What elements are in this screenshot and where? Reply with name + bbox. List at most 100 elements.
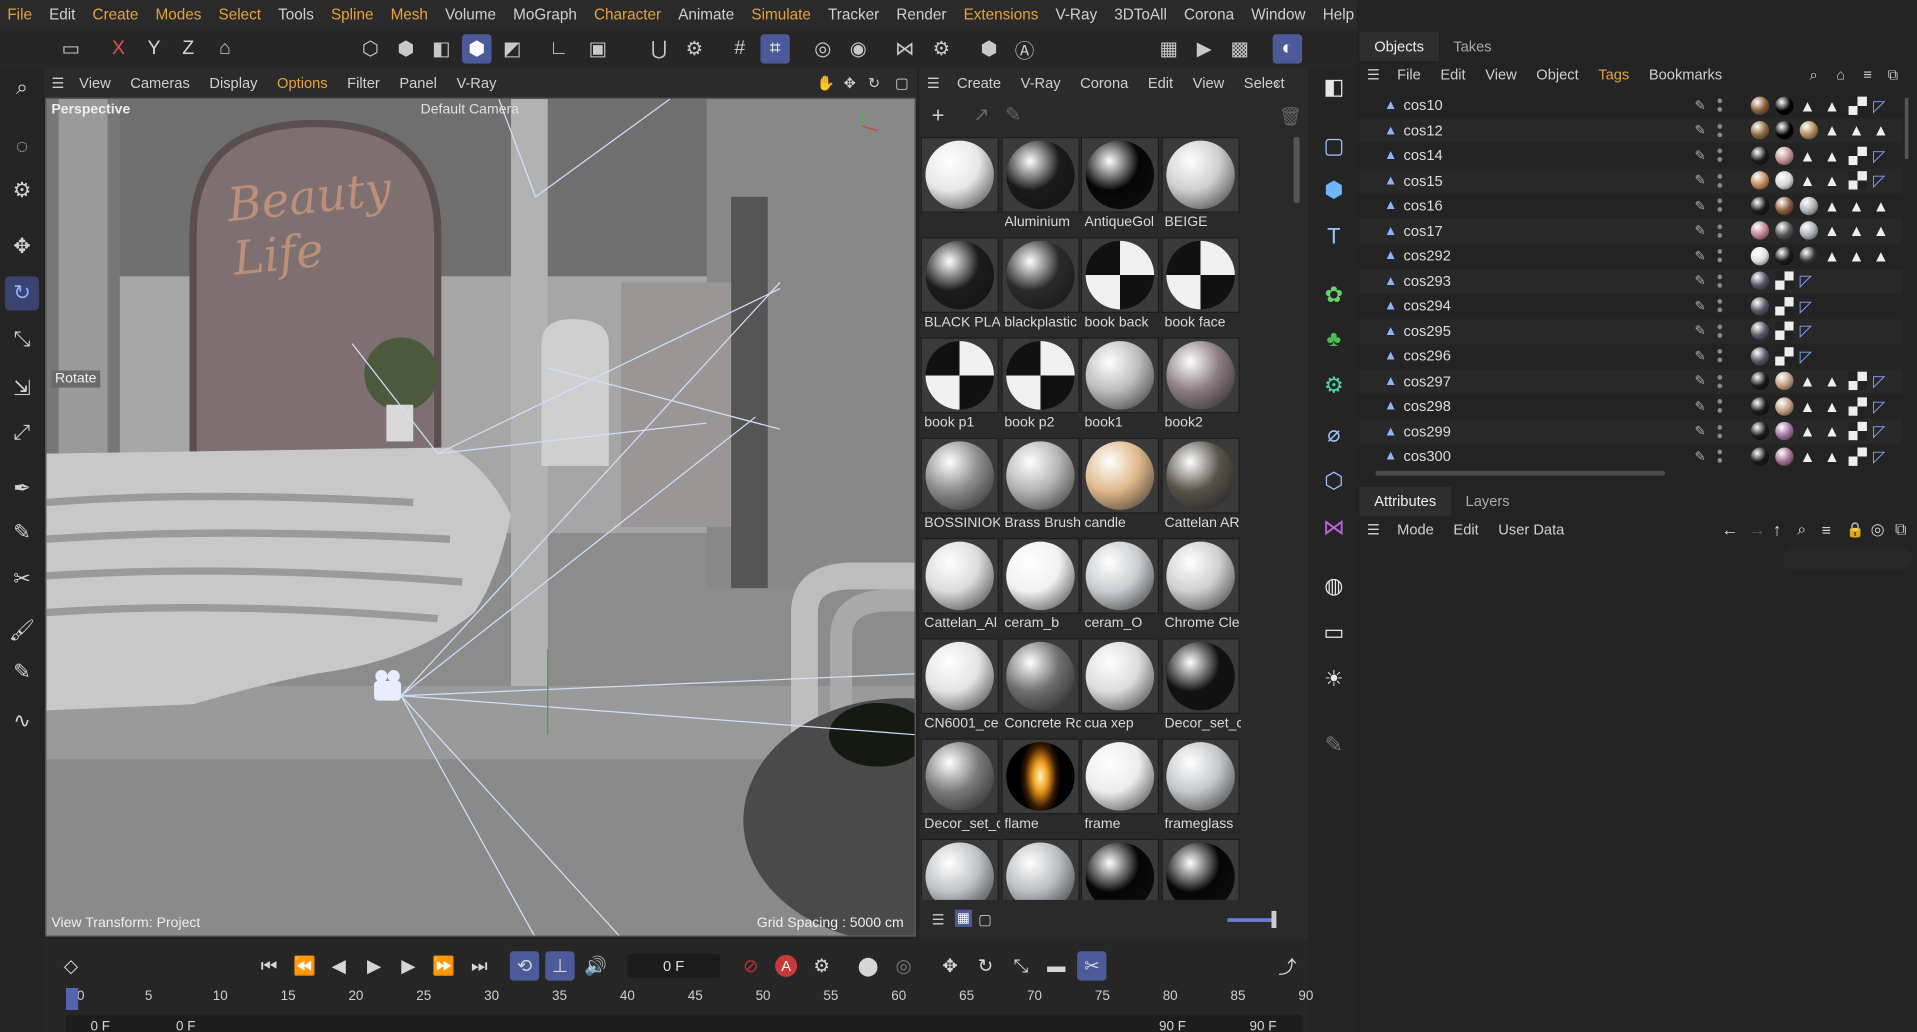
material-swatch[interactable]: [1160, 437, 1240, 514]
material-item[interactable]: Brass Brush: [1000, 437, 1080, 536]
edit-visibility-icon[interactable]: ✎: [1695, 273, 1706, 289]
hamburger-icon[interactable]: ☰: [1367, 66, 1380, 83]
axis-x-toggle[interactable]: X: [104, 34, 133, 63]
material-tag-icon[interactable]: [1775, 96, 1794, 115]
tab-attributes[interactable]: Attributes: [1359, 486, 1451, 516]
next-frame-icon[interactable]: ▶: [394, 951, 423, 980]
edit-visibility-icon[interactable]: ✎: [1695, 98, 1706, 114]
visibility-dots-icon[interactable]: ● ●: [1717, 271, 1724, 291]
material-swatch[interactable]: [1000, 136, 1079, 213]
visibility-dots-icon[interactable]: ● ●: [1717, 396, 1724, 416]
visibility-dots-icon[interactable]: ● ●: [1717, 245, 1724, 265]
eyedropper-icon[interactable]: ✎: [1005, 103, 1021, 127]
cube-icon[interactable]: ⬢: [1316, 171, 1353, 208]
objects-menu-bookmarks[interactable]: Bookmarks: [1649, 66, 1722, 83]
material-swatch[interactable]: [1080, 738, 1160, 815]
material-tag-icon[interactable]: [1799, 121, 1819, 140]
visibility-dots-icon[interactable]: ● ●: [1717, 95, 1724, 115]
go-to-end-icon[interactable]: ⏭: [465, 951, 494, 980]
material-swatch[interactable]: [1080, 437, 1160, 514]
material-swatch[interactable]: [1160, 638, 1240, 715]
object-name[interactable]: cos10: [1404, 97, 1443, 114]
thumbnail-size-handle[interactable]: [1271, 910, 1277, 929]
phong-tag-icon[interactable]: ▲: [1824, 372, 1842, 390]
viewport-camera[interactable]: Default Camera: [421, 103, 519, 118]
previous-key-icon[interactable]: ⏪: [290, 951, 319, 980]
selection-tag-icon[interactable]: ◸: [1873, 146, 1891, 164]
material-swatch[interactable]: [1080, 537, 1160, 614]
transfer-tool-icon[interactable]: ⇲: [5, 372, 39, 406]
attributes-menu-mode[interactable]: Mode: [1397, 521, 1434, 538]
selection-tag-icon[interactable]: ◸: [1873, 171, 1891, 189]
visibility-dots-icon[interactable]: ● ●: [1717, 220, 1724, 240]
object-row[interactable]: ▲ cos10 ✎ ● ● ▲ ▲ ◸: [1360, 93, 1903, 118]
material-item[interactable]: Aluminium: [1000, 136, 1079, 235]
field-icon[interactable]: ⌀: [1316, 416, 1353, 453]
autokey-icon[interactable]: Ⓐ: [1010, 34, 1039, 63]
selection-tag-icon[interactable]: ◸: [1800, 322, 1818, 340]
scene-icon[interactable]: ⬡: [1316, 462, 1353, 499]
object-name[interactable]: cos296: [1404, 348, 1451, 365]
coordinate-system-icon[interactable]: ⌂: [210, 34, 239, 63]
material-item[interactable]: ceram_b: [1000, 537, 1079, 636]
menu-extensions[interactable]: Extensions: [964, 6, 1039, 23]
axis-mode-icon[interactable]: ∟: [544, 34, 573, 63]
object-name[interactable]: cos294: [1404, 297, 1451, 314]
range-preview-start[interactable]: 0 F: [176, 1020, 195, 1032]
filter-icon[interactable]: ≡: [1822, 520, 1831, 538]
material-item[interactable]: [920, 136, 999, 235]
generator-icon[interactable]: ✿: [1316, 276, 1353, 313]
edit-visibility-icon[interactable]: ✎: [1695, 123, 1706, 139]
material-menu-edit[interactable]: Edit: [1148, 75, 1173, 92]
uvw-tag-icon[interactable]: [1848, 447, 1867, 466]
object-row[interactable]: ▲ cos297 ✎ ● ● ▲ ▲ ◸: [1359, 368, 1903, 394]
object-row[interactable]: ▲ cos299 ✎ ● ● ▲ ▲ ◸: [1359, 418, 1903, 444]
playhead[interactable]: [66, 987, 79, 1010]
material-tag-icon[interactable]: [1799, 196, 1819, 215]
hamburger-icon[interactable]: ☰: [927, 75, 940, 92]
large-view-icon[interactable]: ▢: [978, 911, 992, 928]
range-start[interactable]: 0 F: [90, 1020, 109, 1032]
material-tag-icon[interactable]: [1799, 221, 1819, 240]
selection-tag-icon[interactable]: ◸: [1800, 297, 1818, 315]
material-tag-icon[interactable]: [1750, 296, 1770, 316]
position-key-icon[interactable]: ✥: [935, 951, 964, 980]
menu-volume[interactable]: Volume: [445, 6, 496, 23]
material-scrollbar[interactable]: [1293, 136, 1300, 203]
edit-visibility-icon[interactable]: ✎: [1695, 373, 1706, 389]
visibility-dots-icon[interactable]: ● ●: [1717, 371, 1724, 391]
pan-icon[interactable]: ✋: [817, 75, 835, 92]
material-tag-icon[interactable]: [1750, 171, 1770, 190]
material-menu-corona[interactable]: Corona: [1080, 75, 1128, 92]
menu-3dtoall[interactable]: 3DToAll: [1114, 6, 1167, 23]
phong-tag-icon[interactable]: ▲: [1824, 447, 1842, 465]
material-swatch[interactable]: [1160, 237, 1240, 314]
axis-y-toggle[interactable]: Y: [139, 34, 168, 63]
tab-layers[interactable]: Layers: [1451, 487, 1524, 516]
material-swatch[interactable]: [920, 838, 999, 900]
frame-range-bar[interactable]: [66, 1014, 1301, 1032]
viewport-menu-view[interactable]: View: [79, 75, 111, 92]
phong-tag-icon[interactable]: ▲: [1824, 96, 1842, 114]
attributes-menu-user-data[interactable]: User Data: [1498, 521, 1564, 538]
scale-tool-icon[interactable]: ⤡: [5, 323, 39, 357]
material-tag-icon[interactable]: [1775, 196, 1794, 215]
current-frame-field[interactable]: 0 F: [627, 953, 721, 979]
material-swatch[interactable]: [1080, 838, 1160, 900]
object-row[interactable]: ▲ cos14 ✎ ● ● ▲ ▲ ◸: [1360, 143, 1903, 168]
previous-frame-icon[interactable]: ◀: [324, 951, 353, 980]
material-swatch[interactable]: [920, 437, 999, 514]
object-name[interactable]: cos16: [1404, 197, 1443, 214]
render-region-icon[interactable]: ◎: [808, 34, 837, 63]
material-item[interactable]: Concrete Rc: [1000, 638, 1080, 736]
phong-tag-icon[interactable]: ▲: [1800, 96, 1818, 114]
texture-mode-icon[interactable]: ▣: [583, 34, 612, 63]
visibility-dots-icon[interactable]: ● ●: [1717, 195, 1724, 215]
visibility-dots-icon[interactable]: ● ●: [1717, 170, 1724, 190]
text-icon[interactable]: T: [1316, 218, 1353, 255]
render-active-view-icon[interactable]: ▶: [1190, 34, 1219, 63]
material-item[interactable]: flame: [1000, 738, 1079, 837]
material-swatch[interactable]: [1000, 638, 1079, 715]
maximize-view-icon[interactable]: ▢: [895, 75, 909, 92]
material-tag-icon[interactable]: [1775, 171, 1794, 190]
